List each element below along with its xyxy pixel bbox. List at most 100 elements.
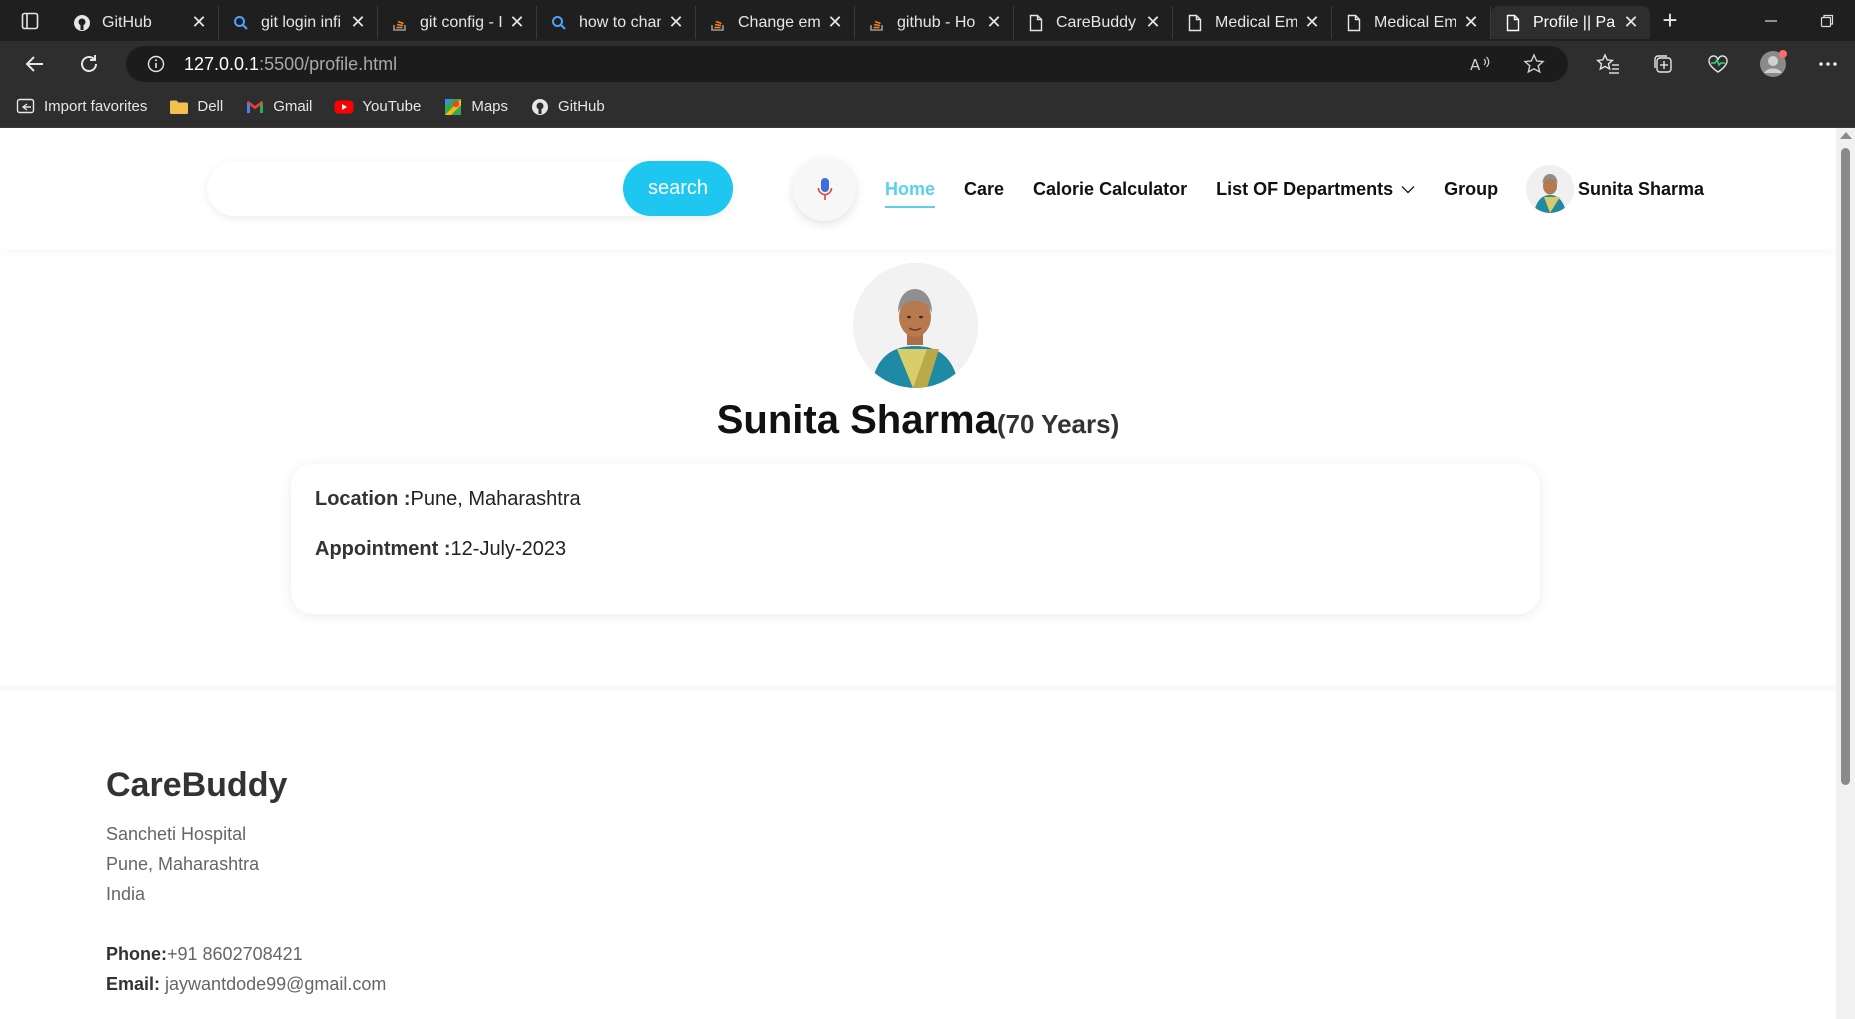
bookmark-github[interactable]: GitHub xyxy=(530,97,605,117)
profile-info-card: Location : Pune, Maharashtra Appointment… xyxy=(291,464,1540,614)
address-bar-actions: A xyxy=(1460,46,1554,82)
close-icon[interactable]: ✕ xyxy=(508,12,526,32)
site-info-button[interactable] xyxy=(136,46,176,82)
browser-tab-strip: GitHub ✕ git login infi ✕ git config - I… xyxy=(0,0,1855,41)
minimize-button[interactable] xyxy=(1743,0,1799,41)
phone-label: Phone: xyxy=(106,944,167,964)
profile-avatar-icon xyxy=(1759,49,1787,77)
browser-tab[interactable]: git config - I ✕ xyxy=(378,6,537,39)
search-button[interactable]: search xyxy=(623,161,733,216)
scroll-up-arrow-icon[interactable] xyxy=(1840,132,1852,139)
maps-icon xyxy=(443,97,463,117)
address-bar[interactable]: 127.0.0.1:5500/profile.html A xyxy=(126,46,1568,82)
close-icon[interactable]: ✕ xyxy=(1144,12,1162,32)
page-icon xyxy=(1026,13,1046,33)
site-header: search Home Care Calorie Calculator List… xyxy=(0,128,1836,249)
browser-tab[interactable]: GitHub ✕ xyxy=(60,6,219,39)
nav-list-of-departments[interactable]: List OF Departments xyxy=(1216,179,1415,200)
settings-more-button[interactable] xyxy=(1800,46,1855,82)
browser-toolbar: 127.0.0.1:5500/profile.html A xyxy=(0,41,1855,86)
stackoverflow-icon xyxy=(867,13,887,33)
reload-button[interactable] xyxy=(62,41,116,86)
folder-icon xyxy=(169,97,189,117)
appointment-value: 12-July-2023 xyxy=(450,538,567,560)
close-icon[interactable]: ✕ xyxy=(1462,12,1480,32)
search-bar: search xyxy=(207,161,733,216)
browser-tab[interactable]: github - Ho ✕ xyxy=(855,6,1014,39)
close-icon[interactable]: ✕ xyxy=(190,12,208,32)
nav-calorie-calculator[interactable]: Calorie Calculator xyxy=(1033,179,1187,200)
browser-tab[interactable]: how to chan ✕ xyxy=(537,6,696,39)
page-scrollbar[interactable] xyxy=(1836,128,1855,1019)
bookmark-youtube[interactable]: YouTube xyxy=(334,97,421,117)
new-tab-button[interactable]: + xyxy=(1650,4,1690,37)
read-aloud-button[interactable]: A xyxy=(1460,46,1500,82)
location-label: Location : xyxy=(315,488,411,510)
close-icon[interactable]: ✕ xyxy=(667,12,685,32)
voice-search-button[interactable] xyxy=(793,158,856,221)
chevron-down-icon xyxy=(1401,185,1415,194)
bookmark-label: GitHub xyxy=(558,98,605,115)
gmail-icon xyxy=(245,97,265,117)
url-text[interactable]: 127.0.0.1:5500/profile.html xyxy=(184,54,397,75)
profile-heading: Sunita Sharma(70 Years) xyxy=(0,398,1836,443)
close-icon[interactable]: ✕ xyxy=(349,12,367,32)
tab-title: git config - I xyxy=(420,13,502,31)
heartbeat-icon xyxy=(1707,54,1728,73)
footer-phone: Phone:+91 8602708421 xyxy=(106,944,303,965)
bookmark-import-favorites[interactable]: Import favorites xyxy=(16,97,147,117)
more-icon xyxy=(1818,61,1837,66)
tab-title: Medical Em xyxy=(1374,13,1456,31)
favorites-button[interactable] xyxy=(1580,46,1635,82)
url-path: :5500/profile.html xyxy=(259,53,398,74)
close-icon[interactable]: ✕ xyxy=(1622,12,1640,32)
back-button[interactable] xyxy=(8,41,62,86)
nav-departments-label: List OF Departments xyxy=(1216,178,1394,199)
collections-button[interactable] xyxy=(1635,46,1690,82)
bookmark-dell[interactable]: Dell xyxy=(169,97,223,117)
microphone-icon xyxy=(817,177,832,200)
browser-tab[interactable]: git login infi ✕ xyxy=(219,6,378,39)
profile-button[interactable] xyxy=(1745,46,1800,82)
github-icon xyxy=(530,97,550,117)
location-row: Location : Pune, Maharashtra xyxy=(315,488,581,511)
search-input[interactable] xyxy=(207,161,627,216)
browser-tab[interactable]: Change em ✕ xyxy=(696,6,855,39)
bookmark-maps[interactable]: Maps xyxy=(443,97,508,117)
bookmark-gmail[interactable]: Gmail xyxy=(245,97,312,117)
close-icon[interactable]: ✕ xyxy=(826,12,844,32)
scrollbar-thumb[interactable] xyxy=(1841,148,1850,785)
footer-address-line: India xyxy=(106,884,146,904)
email-label: Email: xyxy=(106,974,161,994)
nav-home[interactable]: Home xyxy=(885,179,936,208)
favorite-button[interactable] xyxy=(1514,46,1554,82)
star-icon xyxy=(1523,53,1545,74)
appointment-row: Appointment : 12-July-2023 xyxy=(315,538,566,561)
tab-actions-button[interactable] xyxy=(0,0,60,41)
minimize-icon xyxy=(1765,19,1777,22)
nav-group[interactable]: Group xyxy=(1444,179,1498,200)
appointment-label: Appointment : xyxy=(315,538,451,560)
email-value: jaywantdode99@gmail.com xyxy=(160,974,387,994)
browser-essentials-button[interactable] xyxy=(1690,46,1745,82)
close-icon[interactable]: ✕ xyxy=(985,12,1003,32)
info-icon xyxy=(147,55,165,73)
restore-button[interactable] xyxy=(1799,0,1855,41)
browser-tab-active[interactable]: Profile || Pa ✕ xyxy=(1491,6,1650,39)
youtube-icon xyxy=(334,97,354,117)
page-icon xyxy=(1185,13,1205,33)
tab-title: CareBuddy xyxy=(1056,13,1137,31)
browser-tab[interactable]: Medical Em ✕ xyxy=(1173,6,1332,39)
stackoverflow-icon xyxy=(390,13,410,33)
page-icon xyxy=(1503,13,1523,33)
browser-tab[interactable]: CareBuddy ✕ xyxy=(1014,6,1173,39)
footer-email: Email: jaywantdode99@gmail.com xyxy=(106,974,386,995)
close-icon[interactable]: ✕ xyxy=(1303,12,1321,32)
browser-tab[interactable]: Medical Em ✕ xyxy=(1332,6,1491,39)
location-value: Pune, Maharashtra xyxy=(410,488,581,510)
user-menu[interactable]: Sunita Sharma xyxy=(1526,165,1704,213)
window-controls xyxy=(1743,0,1855,41)
profile-photo xyxy=(853,263,978,388)
read-aloud-icon: A xyxy=(1470,56,1490,74)
nav-care[interactable]: Care xyxy=(964,179,1004,200)
